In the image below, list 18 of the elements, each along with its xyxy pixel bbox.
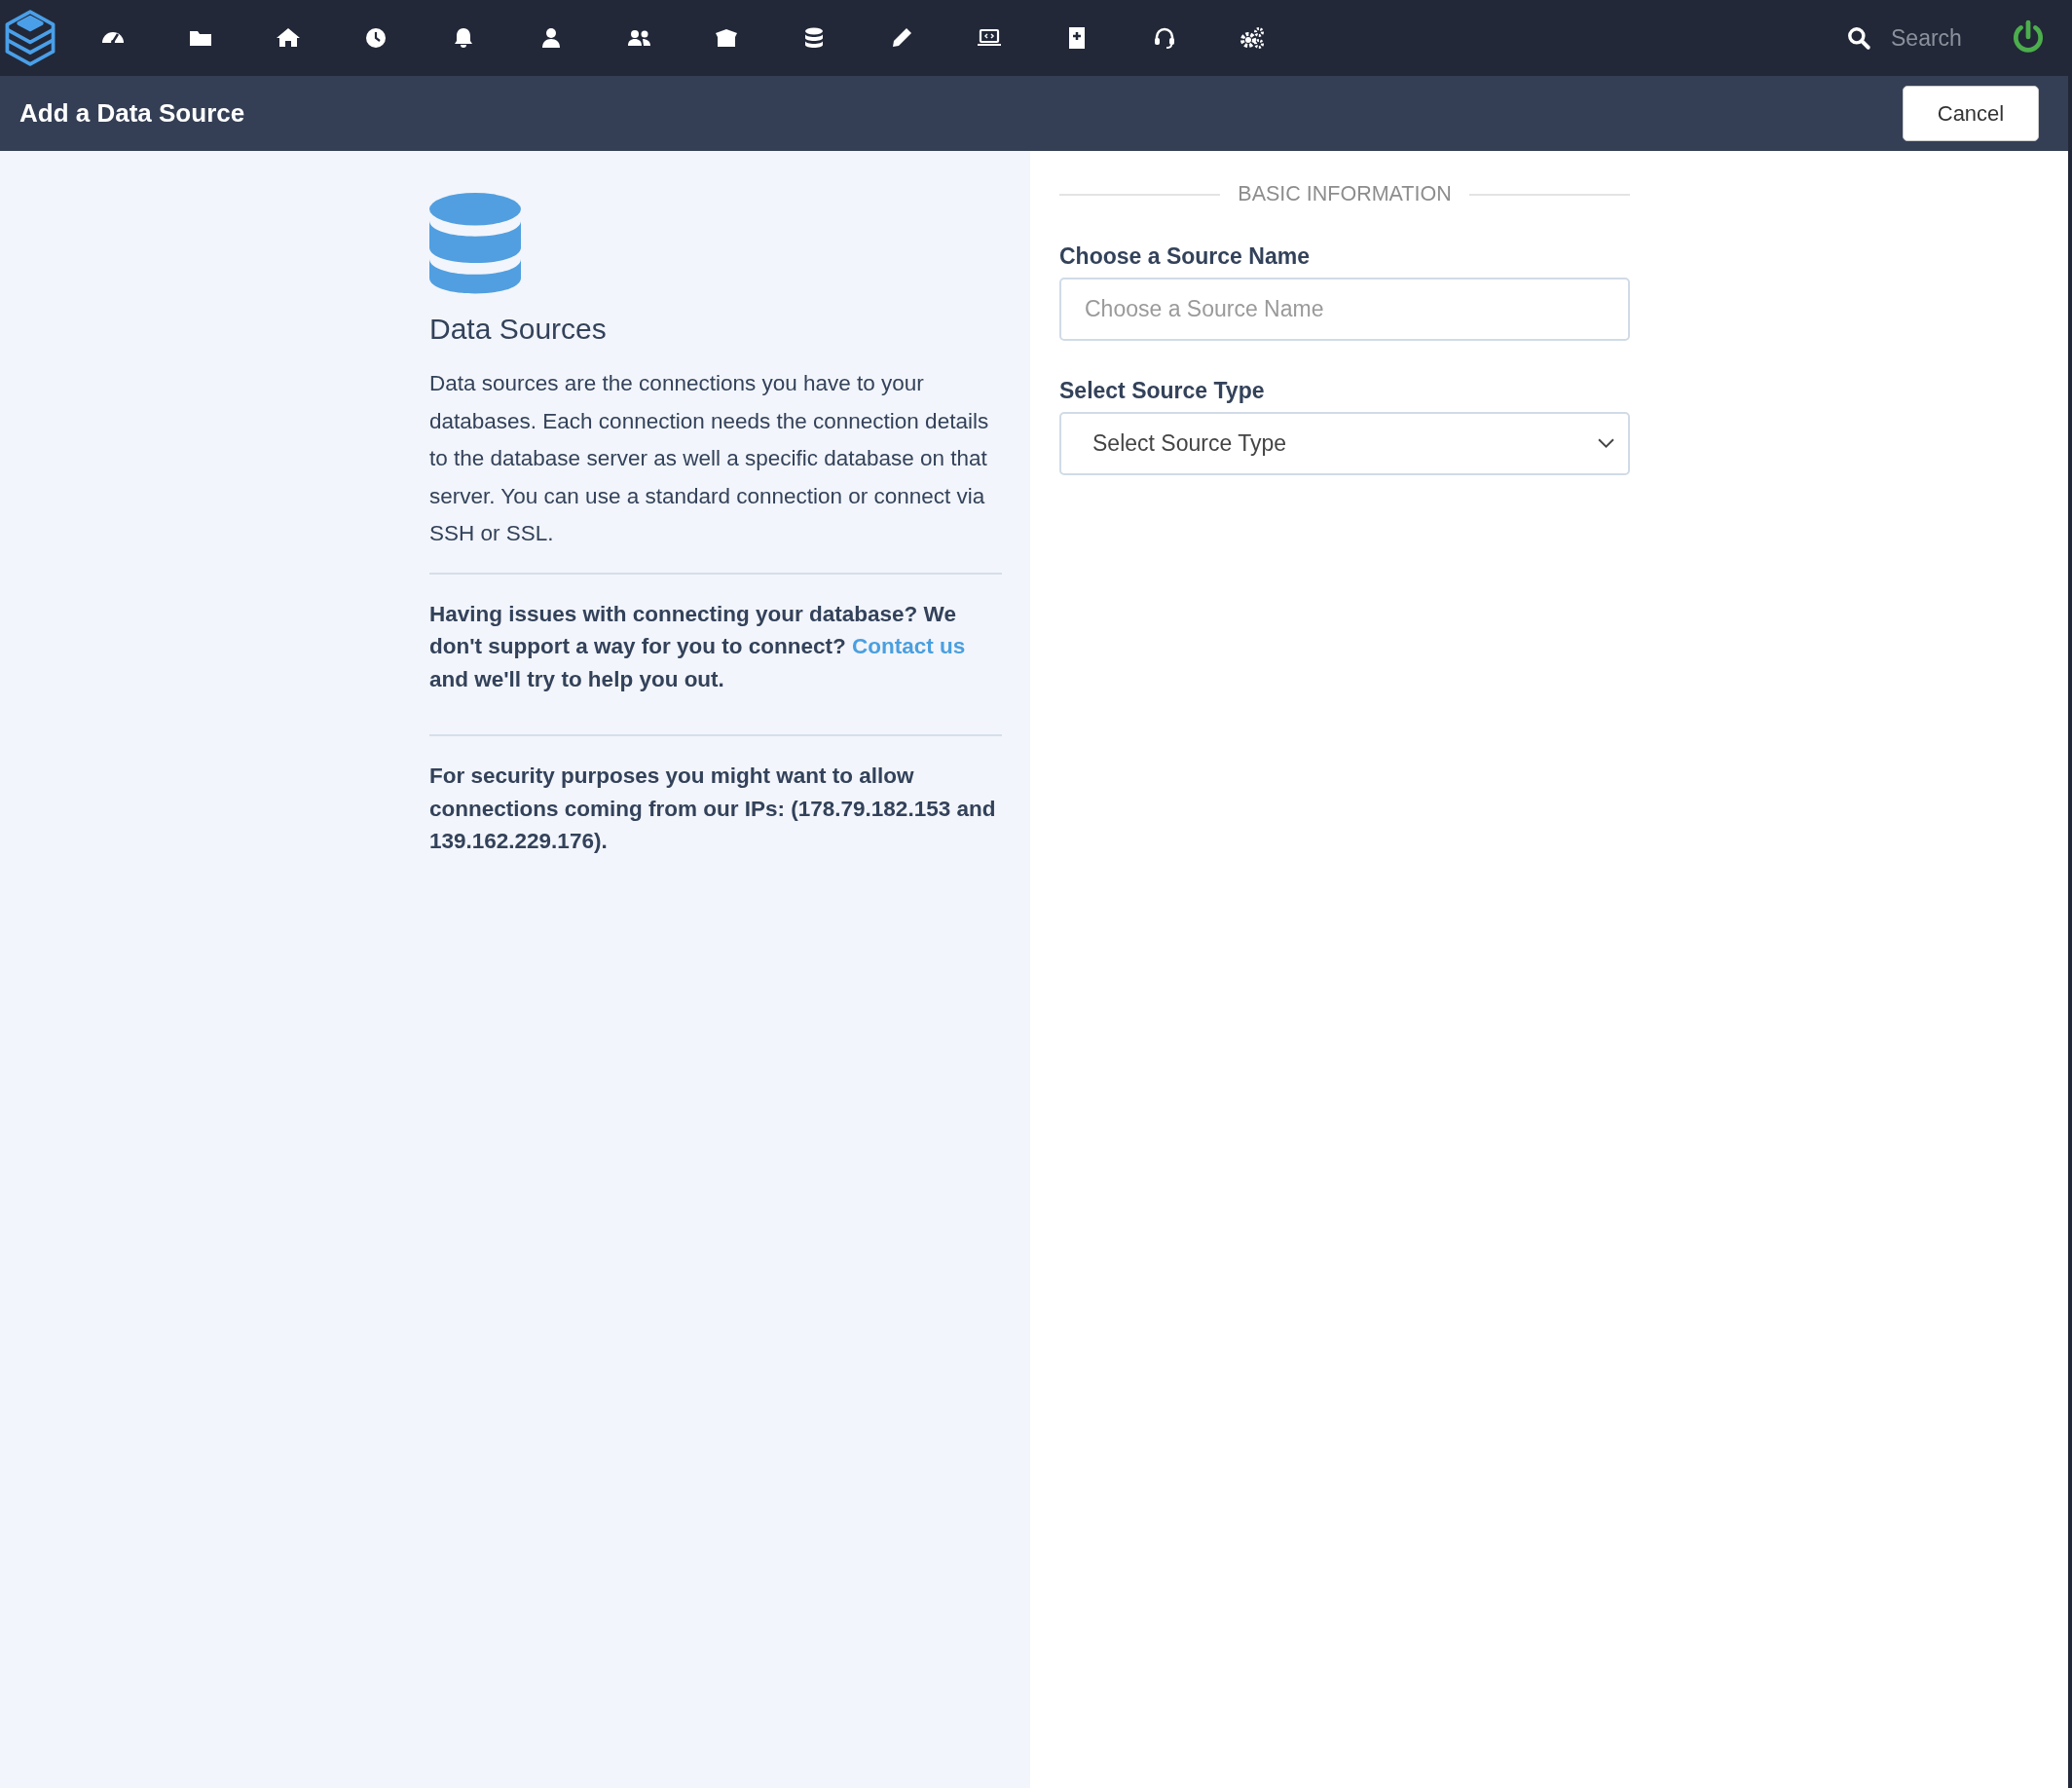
cube-logo-icon[interactable]	[4, 9, 56, 67]
help-text: Having issues with connecting your database? We don't support a way for you to connect? Contact us and we'll try to help you out.	[429, 600, 967, 693]
section-heading: BASIC INFORMATION	[1238, 182, 1452, 206]
cancel-button[interactable]: Cancel	[1903, 86, 2039, 141]
source-type-dropdown[interactable]: Select Source Type	[1059, 412, 1630, 475]
headset-icon[interactable]	[1152, 25, 1177, 51]
field-label: Select Source Type	[1059, 378, 1266, 404]
database-icon	[429, 192, 521, 295]
search-field[interactable]: Search	[1891, 24, 1998, 52]
security-note: For security purposes you might want to allow connections coming from our IPs: (178.79.182.153 and 139.162.229.176).	[429, 763, 997, 856]
page-title: Add a Data Source	[19, 98, 245, 129]
section-title: Data Sources	[429, 313, 608, 346]
search-icon	[1846, 25, 1871, 51]
clock-icon[interactable]	[363, 25, 388, 51]
description-text: Data sources are the connections you have to your databases. Each connection needs the connection details to the database server as well a specific database on that server. You can use a standard connection or connect via SSH or SSL.	[429, 370, 990, 548]
chevron-down-icon	[1598, 438, 1614, 449]
source-name-field[interactable]: Choose a Source Name	[1059, 278, 1630, 341]
field-label: Choose a Source Name	[1059, 243, 1311, 270]
